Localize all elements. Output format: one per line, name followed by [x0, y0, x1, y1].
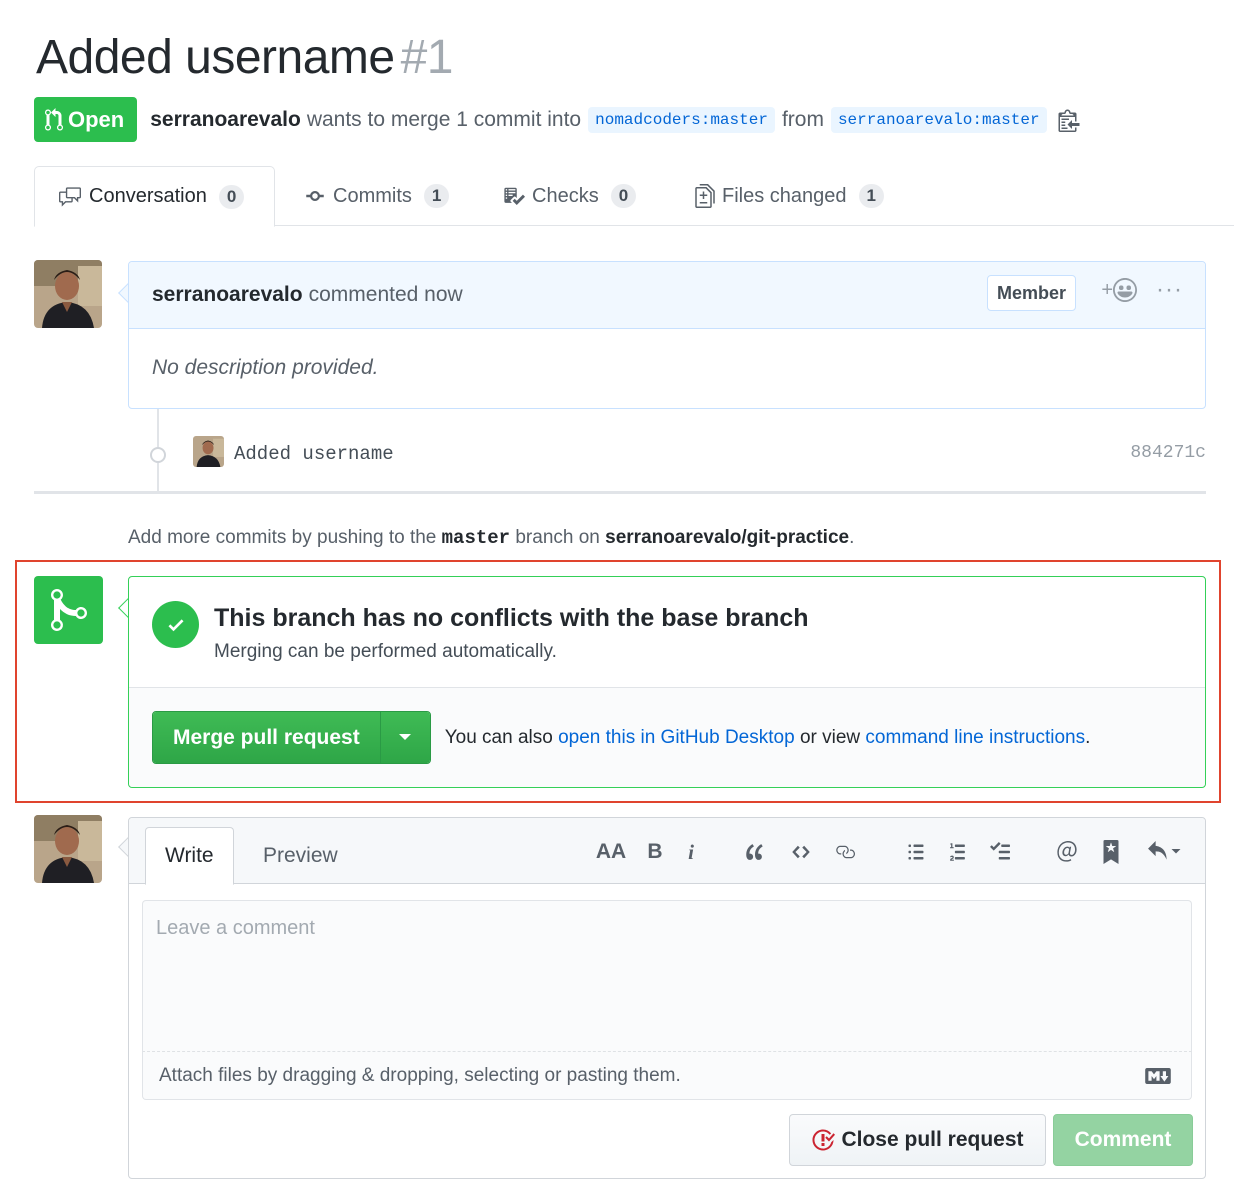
triangle-down-icon	[399, 733, 412, 740]
comment-button[interactable]: Comment	[1053, 1114, 1193, 1166]
tab-counter: 0	[610, 184, 637, 208]
tab-label: Commits	[333, 184, 412, 207]
merge-status-title: This branch has no conflicts with the ba…	[214, 604, 809, 632]
bookmark-icon[interactable]	[1095, 837, 1127, 867]
close-pull-request-button[interactable]: Close pull request	[789, 1114, 1046, 1166]
timeline-divider	[34, 491, 1206, 494]
hint-prefix: Add more commits by pushing to the	[128, 527, 437, 548]
merge-method-dropdown[interactable]	[379, 712, 430, 763]
check-icon	[152, 601, 199, 648]
page-title: Added username #1	[36, 30, 453, 85]
markdown-icon[interactable]	[1145, 1068, 1171, 1084]
merge-pull-request-button[interactable]: Merge pull request	[153, 712, 380, 763]
smiley-icon	[1113, 278, 1137, 302]
tab-write[interactable]: Write	[145, 827, 234, 885]
code-icon[interactable]	[785, 837, 817, 867]
unordered-list-icon[interactable]	[901, 837, 931, 867]
merge-box: This branch has no conflicts with the ba…	[128, 576, 1206, 788]
pr-number: #1	[400, 31, 454, 84]
commit-sha-link[interactable]: 884271c	[1130, 443, 1206, 463]
issue-closed-icon	[812, 1129, 836, 1151]
merge-status-subtitle: Merging can be performed automatically.	[214, 641, 557, 662]
git-commit-icon	[150, 447, 166, 463]
tasklist-icon[interactable]	[985, 837, 1015, 867]
tab-counter: 0	[218, 184, 245, 209]
comment-body: No description provided.	[152, 356, 379, 379]
git-merge-icon	[34, 576, 103, 644]
bold-button[interactable]: B	[641, 837, 669, 867]
pr-tabs: Conversation 0 Commits 1 Checks 0 Files …	[34, 166, 1234, 227]
from-text: from	[781, 107, 824, 131]
tab-commits[interactable]: Commits 1	[303, 166, 450, 226]
ordered-list-icon[interactable]	[943, 837, 973, 867]
hint-branch: master	[441, 527, 511, 549]
pr-meta: Open serranoarevalo wants to merge 1 com…	[34, 97, 1080, 142]
tab-label: Conversation	[89, 185, 207, 207]
status-label: Open	[68, 106, 125, 132]
merge-status: This branch has no conflicts with the ba…	[129, 577, 1205, 688]
git-pull-request-icon	[45, 107, 63, 131]
tab-label: Checks	[532, 184, 599, 207]
tab-preview[interactable]: Preview	[263, 827, 338, 884]
pr-merge-text: wants to merge 1 commit into	[306, 107, 582, 131]
tab-conversation[interactable]: Conversation 0	[34, 166, 275, 227]
commit-avatar[interactable]	[193, 436, 224, 467]
reaction-plus: +	[1101, 278, 1113, 301]
tab-checks[interactable]: Checks 0	[502, 166, 637, 226]
reply-icon[interactable]	[1141, 837, 1185, 867]
new-comment-form: Write Preview AA B i Leave a comment Att…	[128, 817, 1206, 1179]
command-line-instructions-link[interactable]: command line instructions	[865, 727, 1085, 748]
merge-button-group: Merge pull request	[152, 711, 431, 764]
mention-icon[interactable]	[1051, 837, 1083, 867]
header-text-button[interactable]: AA	[595, 837, 627, 867]
merge-actions: Merge pull request You can also open thi…	[129, 688, 1205, 787]
avatar[interactable]	[34, 815, 102, 883]
tab-files-changed[interactable]: Files changed 1	[694, 166, 884, 226]
clippy-icon[interactable]	[1058, 108, 1080, 132]
more-options-icon[interactable]: ···	[1156, 276, 1183, 304]
comment-textarea[interactable]: Leave a comment	[142, 900, 1192, 1052]
close-pull-request-label: Close pull request	[841, 1128, 1024, 1151]
merge-note: You can also open this in GitHub Desktop…	[445, 727, 1091, 749]
diff-icon	[695, 184, 715, 208]
pr-title: Added username	[36, 31, 395, 84]
triangle-down-icon	[1171, 849, 1181, 854]
tab-counter: 1	[858, 184, 884, 208]
quote-icon[interactable]	[739, 837, 771, 867]
tab-label: Files changed	[722, 184, 847, 207]
merge-note-prefix: You can also	[444, 726, 553, 748]
comment-form-tabs: Write Preview AA B i	[129, 818, 1205, 885]
hint-repo: serranoarevalo/git-practice	[605, 527, 850, 548]
hint-middle: branch on	[515, 527, 600, 548]
tab-counter: 1	[423, 184, 450, 208]
merge-note-middle: or view	[799, 726, 861, 748]
avatar[interactable]	[34, 260, 102, 328]
git-commit-icon	[306, 191, 324, 201]
hint-suffix: .	[849, 527, 855, 548]
add-reaction-button[interactable]: +	[1101, 278, 1137, 302]
push-hint: Add more commits by pushing to the maste…	[128, 527, 854, 549]
comment-author-link[interactable]: serranoarevalo	[152, 283, 303, 307]
merge-note-suffix: .	[1085, 726, 1091, 748]
commit-message-link[interactable]: Added username	[234, 443, 394, 465]
pr-description-comment: serranoarevalo commented now Member + ··…	[128, 261, 1206, 409]
pr-author-link[interactable]: serranoarevalo	[150, 108, 301, 132]
member-badge: Member	[986, 275, 1076, 311]
italic-button[interactable]: i	[679, 837, 703, 867]
base-branch[interactable]: nomadcoders:master	[588, 106, 775, 133]
checklist-icon	[504, 187, 525, 205]
status-badge: Open	[34, 97, 138, 142]
attach-text: Attach files by dragging & dropping, sel…	[159, 1064, 681, 1086]
head-branch[interactable]: serranoarevalo:master	[830, 106, 1047, 133]
comment-action[interactable]: commented now	[309, 283, 463, 307]
attach-files-area[interactable]: Attach files by dragging & dropping, sel…	[142, 1052, 1192, 1100]
link-icon[interactable]	[829, 837, 861, 867]
github-desktop-link[interactable]: open this in GitHub Desktop	[558, 727, 795, 748]
comment-discussion-icon	[59, 186, 81, 207]
